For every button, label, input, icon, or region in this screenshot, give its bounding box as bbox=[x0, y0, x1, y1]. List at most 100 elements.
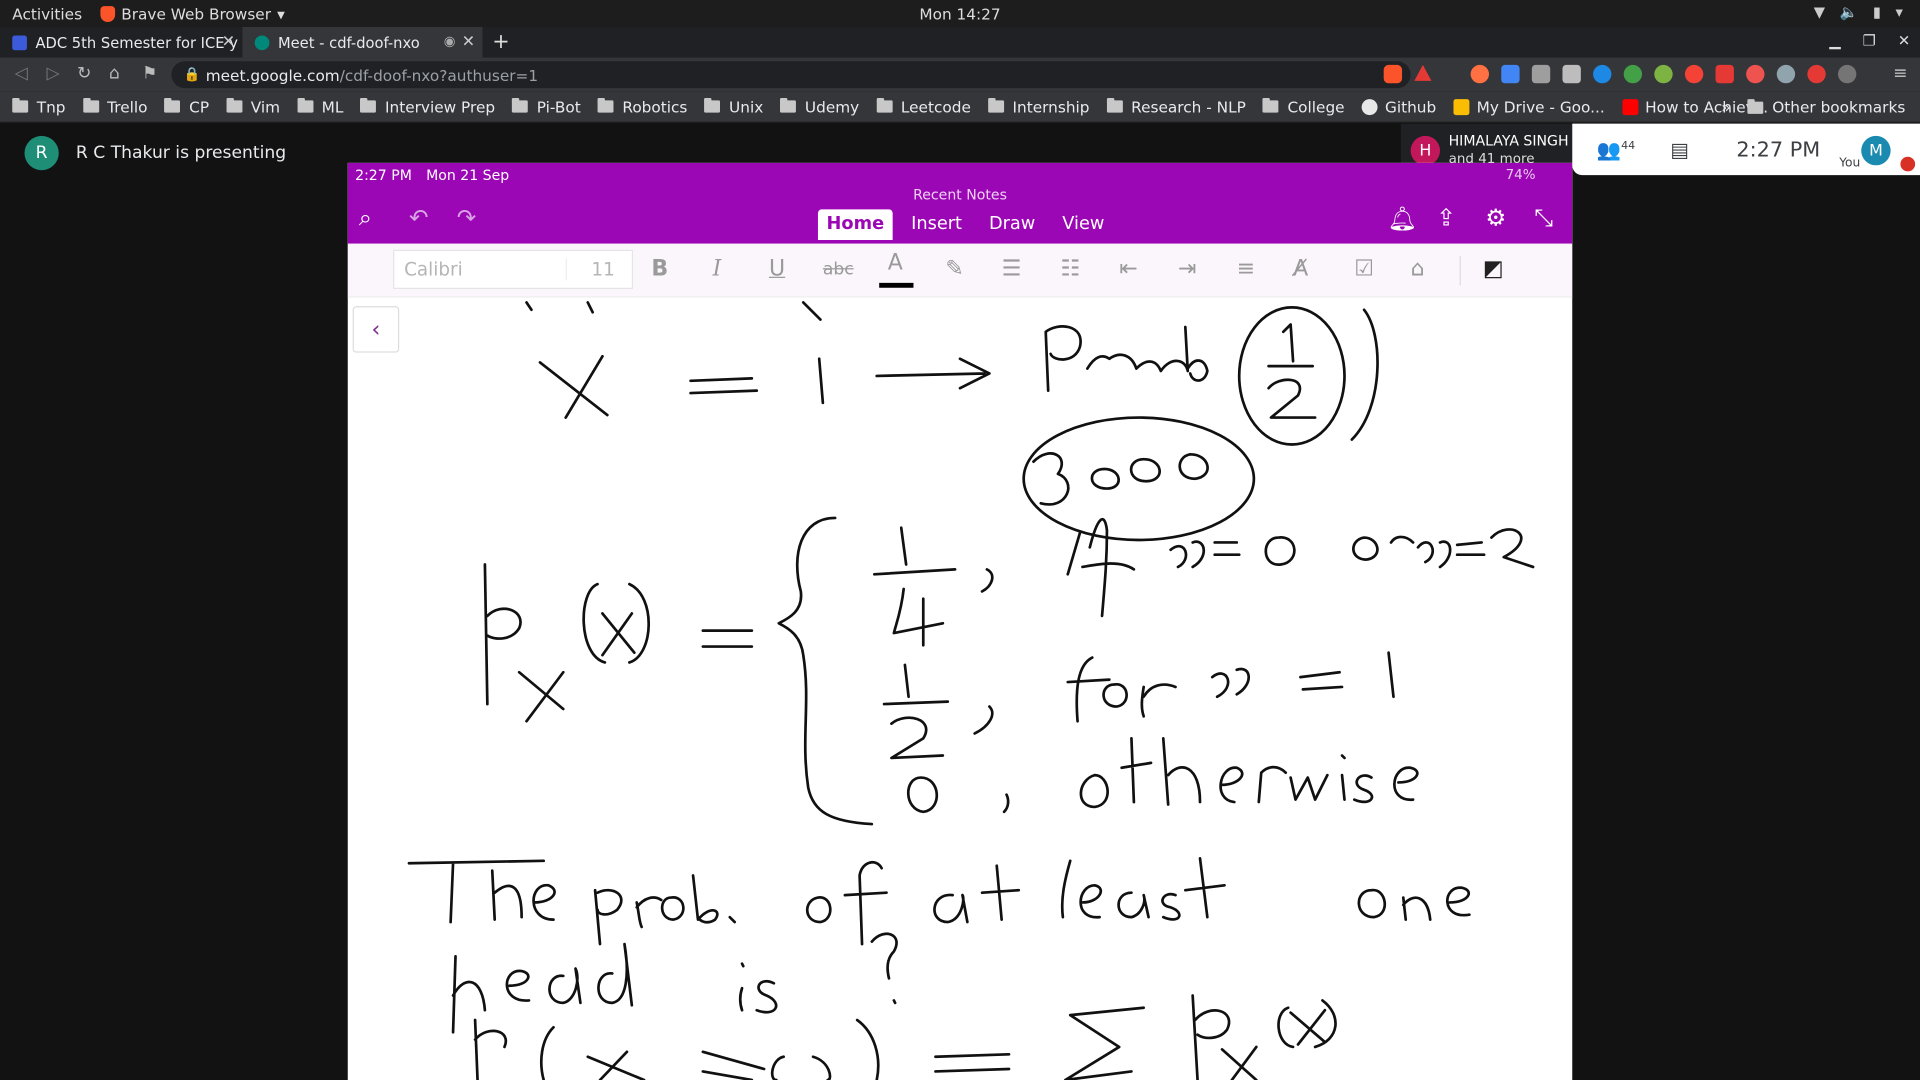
tab-meet[interactable]: Meet - cdf-doof-nxo ◉ ✕ bbox=[242, 26, 483, 58]
indent-icon[interactable]: ⇥ bbox=[1178, 256, 1196, 282]
share-icon[interactable]: ⇪ bbox=[1436, 204, 1455, 231]
extension-icon[interactable] bbox=[1746, 64, 1765, 84]
extension-icon[interactable] bbox=[1807, 64, 1826, 84]
extension-icon[interactable] bbox=[1837, 64, 1857, 84]
redo-icon[interactable]: ↷ bbox=[457, 204, 476, 231]
close-tab-icon[interactable]: ✕ bbox=[462, 33, 475, 51]
bookmark-folder[interactable]: Tnp bbox=[12, 97, 66, 116]
highlight-icon[interactable]: ✎ bbox=[945, 256, 963, 282]
bookmark-folder[interactable]: Research - NLP bbox=[1106, 97, 1246, 116]
bookmark-youtube-icon bbox=[1621, 98, 1638, 115]
ink-stroke bbox=[483, 563, 522, 706]
ink-stroke bbox=[882, 663, 950, 760]
ink-canvas[interactable] bbox=[348, 298, 1573, 1080]
restore-icon[interactable]: ❐ bbox=[1863, 32, 1876, 49]
ink-stroke bbox=[1086, 325, 1209, 382]
bookmark-folder[interactable]: Robotics bbox=[597, 97, 688, 116]
system-tray[interactable]: ▼ 🔈 ▮ ▾ bbox=[1814, 4, 1903, 21]
url-host: meet.google.com bbox=[205, 66, 340, 85]
tab-view[interactable]: View bbox=[1054, 209, 1113, 240]
numbering-icon[interactable]: ☷ bbox=[1060, 256, 1080, 282]
tab-draw[interactable]: Draw bbox=[980, 209, 1044, 240]
minimize-icon[interactable]: ▁ bbox=[1829, 32, 1840, 49]
status-time: 2:27 PM bbox=[355, 166, 412, 184]
home-icon[interactable]: ⌂ bbox=[109, 64, 120, 84]
bookmark-folder[interactable]: College bbox=[1262, 97, 1345, 116]
underline-icon[interactable]: U bbox=[769, 256, 785, 282]
ink-stroke bbox=[1090, 452, 1209, 490]
extension-icon[interactable] bbox=[1654, 64, 1673, 84]
bookmark-folder[interactable]: Leetcode bbox=[876, 97, 971, 116]
grammarly-icon[interactable] bbox=[1623, 64, 1643, 84]
self-avatar[interactable]: M bbox=[1861, 135, 1891, 166]
bookmark-folder[interactable]: CP bbox=[164, 97, 209, 116]
bookmarks-overflow-icon[interactable]: » bbox=[1721, 98, 1730, 116]
system-clock[interactable]: Mon 14:27 bbox=[0, 5, 1920, 23]
chat-icon[interactable]: ▤ bbox=[1670, 138, 1689, 161]
ink-stroke bbox=[451, 942, 634, 1034]
bell-icon[interactable]: 🔔︎ bbox=[1387, 204, 1417, 233]
power-menu-icon: ▾ bbox=[1895, 3, 1903, 21]
extension-icon[interactable] bbox=[1715, 64, 1734, 84]
bookmark-icon[interactable]: ⚑ bbox=[142, 64, 157, 84]
extension-icon[interactable] bbox=[1593, 64, 1612, 84]
settings-gear-icon[interactable]: ⚙ bbox=[1485, 204, 1506, 231]
bookmark-folder[interactable]: Vim bbox=[226, 97, 280, 116]
formatting-ribbon: Calibri 11 B I U abc A ✎ ☰ ☷ ⇤ ⇥ ≡ A̸ ☑ … bbox=[347, 243, 1573, 298]
font-color-icon[interactable]: A bbox=[888, 250, 903, 276]
bookmark-folder[interactable]: Udemy bbox=[780, 97, 859, 116]
close-window-icon[interactable]: ✕ bbox=[1898, 32, 1910, 49]
back-icon[interactable]: ◁ bbox=[15, 64, 28, 84]
close-tab-icon[interactable]: ✕ bbox=[222, 33, 235, 51]
clear-formatting-icon[interactable]: A̸ bbox=[1293, 256, 1308, 282]
tab-insert[interactable]: Insert bbox=[903, 209, 971, 240]
forward-icon[interactable]: ▷ bbox=[47, 64, 60, 84]
align-icon[interactable]: ≡ bbox=[1237, 256, 1255, 282]
font-selector[interactable]: Calibri 11 bbox=[393, 249, 634, 289]
sticky-note-icon[interactable]: ◩ bbox=[1483, 256, 1504, 282]
collapse-icon[interactable]: ⤡ bbox=[1534, 204, 1553, 231]
brave-rewards-icon[interactable] bbox=[1414, 64, 1432, 81]
bullets-icon[interactable]: ☰ bbox=[1002, 256, 1022, 282]
bookmark-drive[interactable]: My Drive - Goo... bbox=[1453, 97, 1605, 116]
extension-icon[interactable] bbox=[1501, 64, 1520, 84]
bold-icon[interactable]: B bbox=[651, 256, 668, 282]
tab-home[interactable]: Home bbox=[817, 209, 893, 241]
address-bar[interactable]: 🔒 meet.google.com/cdf-doof-nxo?authuser=… bbox=[171, 61, 1411, 89]
extension-icon[interactable] bbox=[1531, 64, 1551, 84]
back-chevron-icon[interactable]: ‹ bbox=[352, 306, 400, 353]
extension-icon[interactable] bbox=[1776, 64, 1796, 84]
bookmark-folder[interactable]: Trello bbox=[82, 97, 147, 116]
search-icon[interactable]: ⌕ bbox=[359, 204, 372, 231]
meet-icon bbox=[254, 34, 270, 50]
extension-icon[interactable] bbox=[1562, 64, 1581, 84]
undo-icon[interactable]: ↶ bbox=[409, 204, 428, 231]
ink-stroke bbox=[525, 301, 822, 321]
reload-icon[interactable]: ↻ bbox=[77, 64, 91, 84]
todo-checkbox-icon[interactable]: ☑ bbox=[1354, 256, 1374, 282]
ink-stroke bbox=[582, 582, 650, 664]
tab-adc[interactable]: ADC 5th Semester for ICE y ✕ bbox=[0, 27, 242, 58]
font-name: Calibri bbox=[404, 258, 463, 281]
tag-icon[interactable]: ⌂ bbox=[1411, 256, 1425, 282]
other-bookmarks[interactable]: Other bookmarks bbox=[1747, 98, 1905, 116]
italic-icon[interactable]: I bbox=[713, 256, 722, 282]
bookmark-folder[interactable]: ML bbox=[297, 97, 343, 116]
folder-icon bbox=[1747, 98, 1764, 114]
bookmark-folder[interactable]: Pi-Bot bbox=[512, 97, 581, 116]
folder-icon bbox=[512, 97, 529, 113]
people-button[interactable]: 👥44 bbox=[1597, 138, 1635, 161]
strikethrough-icon[interactable]: abc bbox=[823, 260, 854, 280]
bookmark-label: Robotics bbox=[622, 97, 688, 116]
bookmark-folder[interactable]: Internship bbox=[988, 97, 1090, 116]
extension-icon[interactable] bbox=[1470, 64, 1489, 84]
outdent-icon[interactable]: ⇤ bbox=[1119, 256, 1137, 282]
folder-icon bbox=[164, 97, 181, 113]
menu-icon[interactable]: ≡ bbox=[1893, 64, 1907, 84]
brave-shields-icon[interactable] bbox=[1383, 64, 1403, 84]
extension-icon[interactable] bbox=[1684, 64, 1704, 84]
bookmark-github[interactable]: Github bbox=[1361, 97, 1436, 116]
new-tab-button[interactable]: + bbox=[492, 29, 509, 53]
bookmark-folder[interactable]: Interview Prep bbox=[360, 97, 495, 116]
bookmark-folder[interactable]: Unix bbox=[704, 97, 763, 116]
